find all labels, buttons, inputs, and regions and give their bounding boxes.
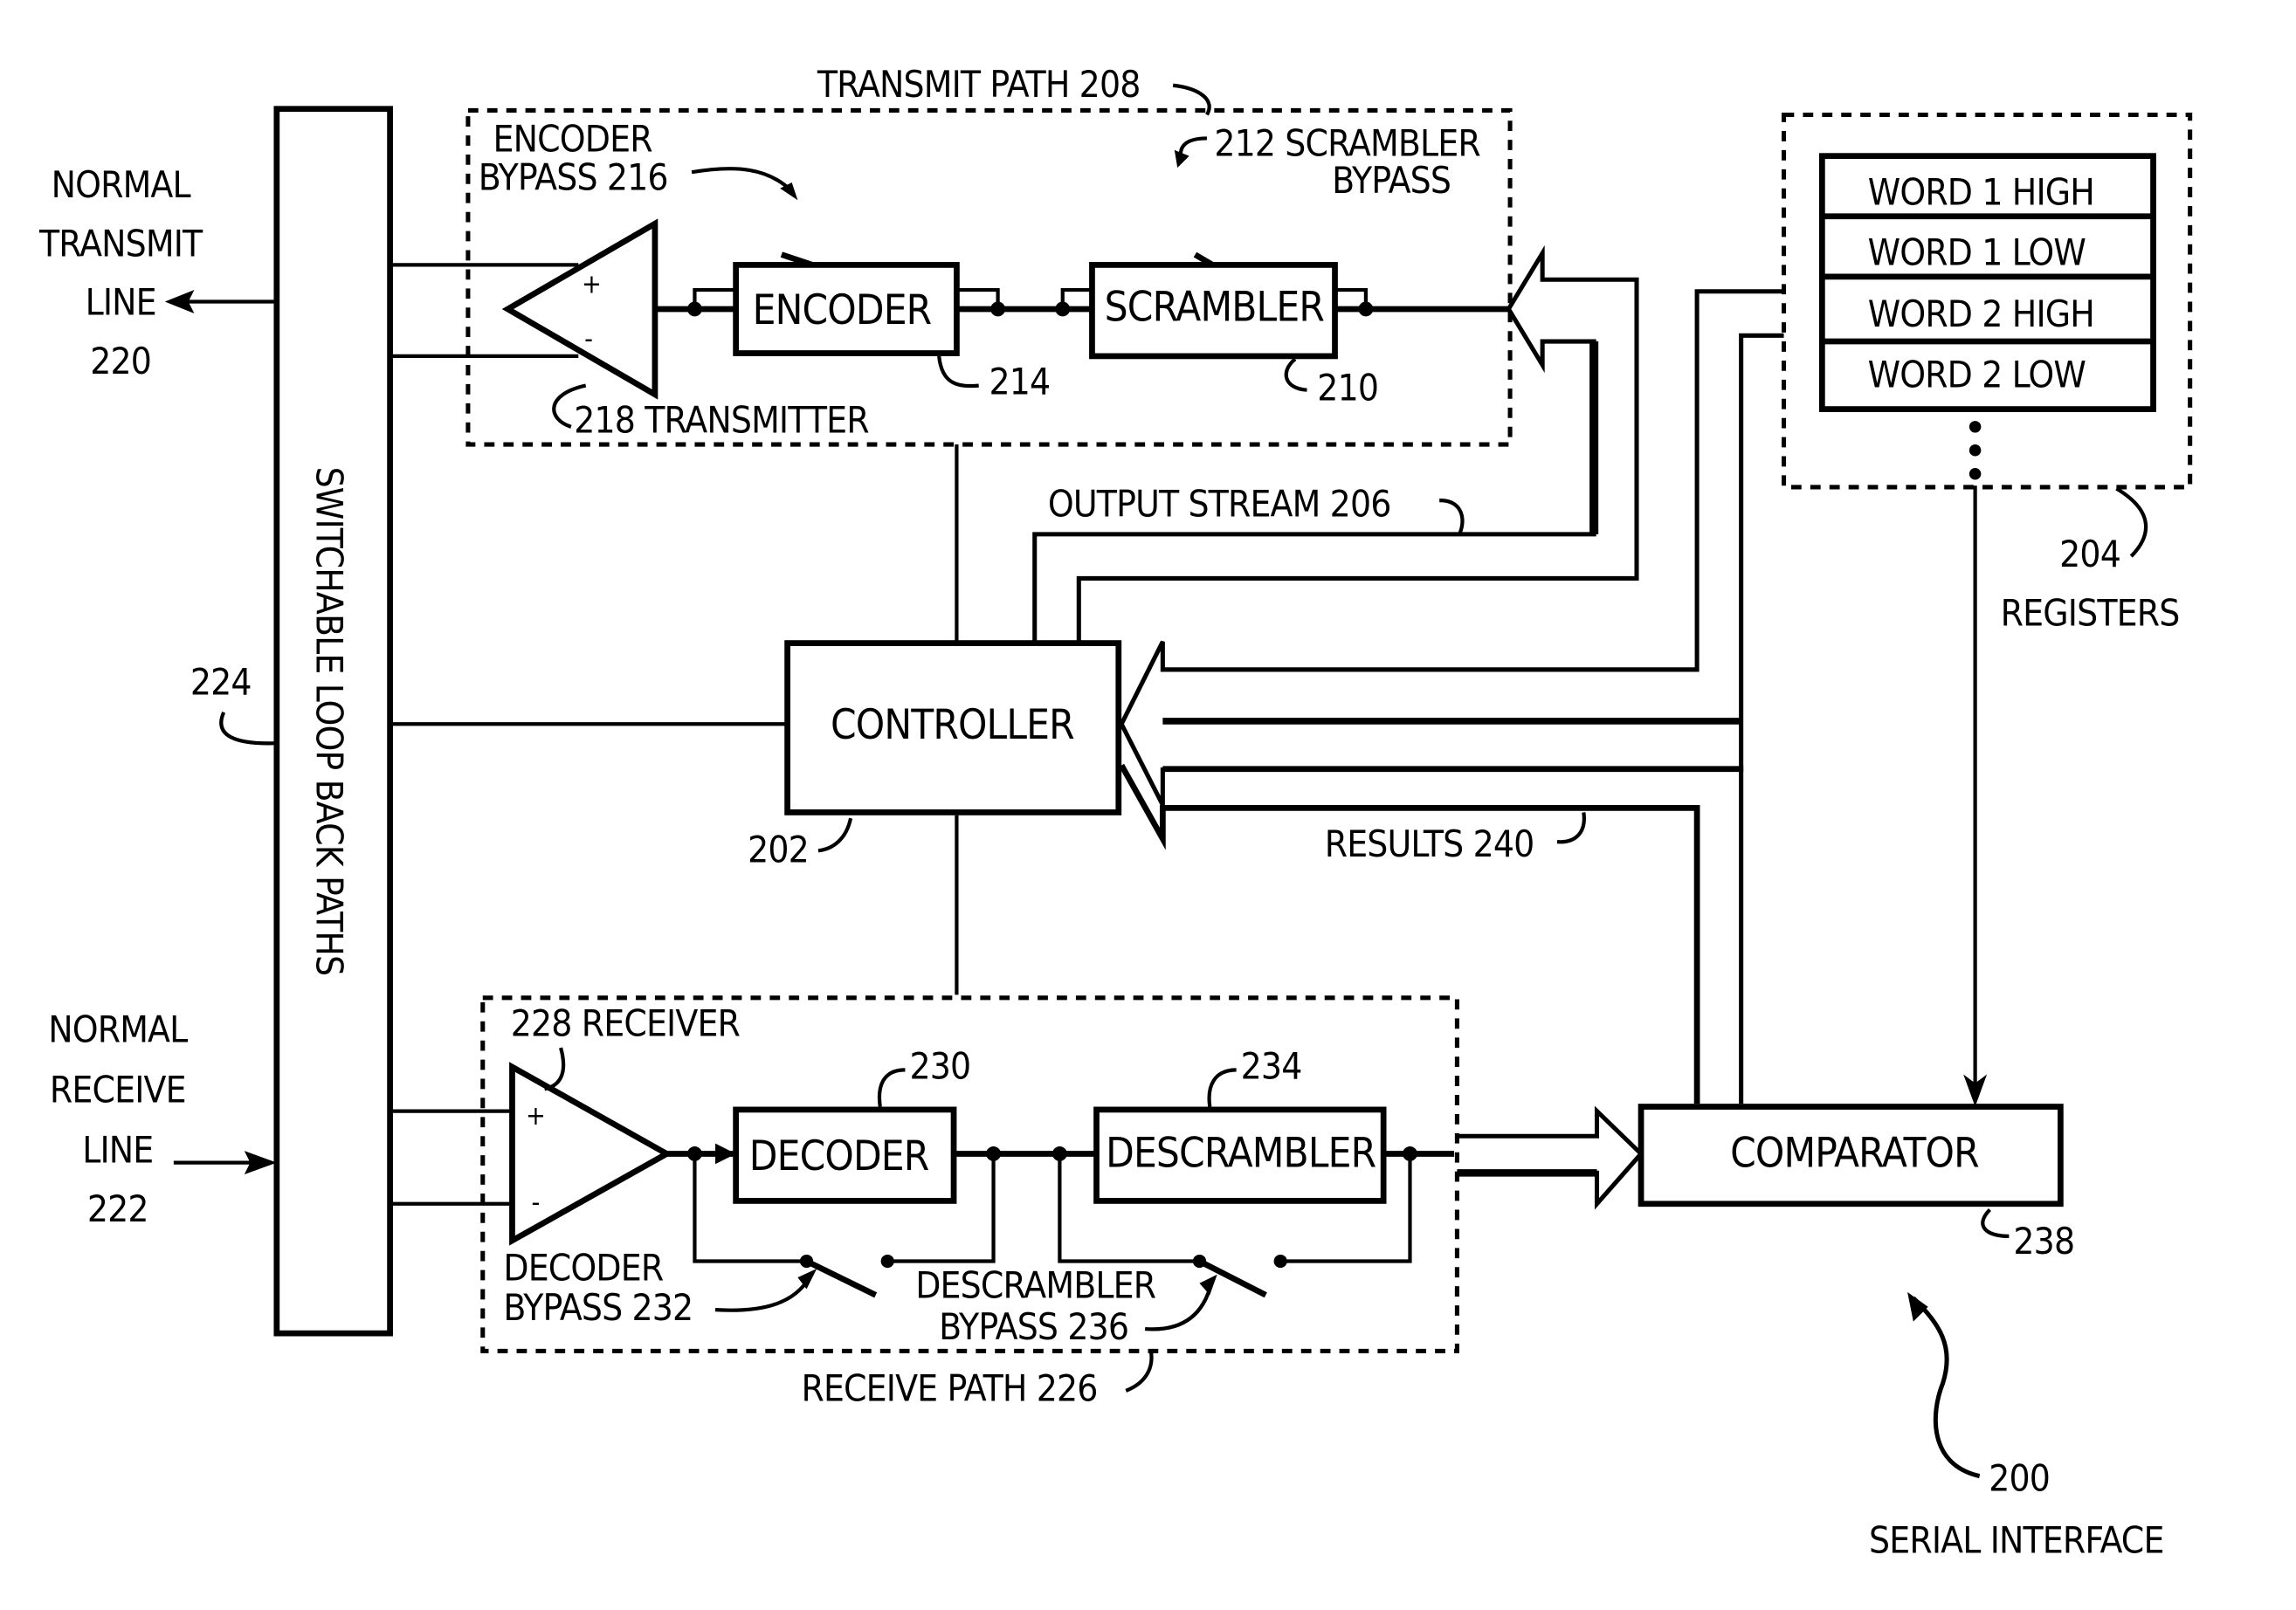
register-row: WORD 2 HIGH bbox=[1868, 292, 2094, 335]
register-row: WORD 1 LOW bbox=[1868, 230, 2086, 273]
receiver-label: 228 RECEIVER bbox=[511, 1002, 741, 1045]
controller-ref-leader bbox=[817, 817, 853, 853]
comparator-label: COMPARATOR bbox=[1730, 1130, 1979, 1178]
registers-leader bbox=[2115, 486, 2148, 558]
transmit-line-arrow-icon bbox=[164, 290, 277, 314]
registers-label: REGISTERS bbox=[2001, 591, 2180, 634]
loopback-ref: 224 bbox=[190, 661, 252, 704]
figure-ref-arrow-icon bbox=[1907, 1291, 1928, 1322]
output-stream-leader bbox=[1439, 498, 1465, 533]
descrambler-ref: 234 bbox=[1241, 1045, 1302, 1088]
results-leader bbox=[1556, 812, 1586, 844]
transmit-path-title: TRANSMIT PATH 208 bbox=[817, 63, 1141, 106]
scrambler-ref: 210 bbox=[1317, 366, 1378, 409]
loopback-ref-leader bbox=[219, 711, 277, 746]
descrambler-ref-leader bbox=[1207, 1068, 1237, 1107]
scrambler-bypass-label-2: BYPASS bbox=[1332, 159, 1451, 202]
register-continuation-dots-icon bbox=[1968, 421, 1982, 480]
serial-interface-diagram: NORMAL TRANSMIT LINE 220 NORMAL RECEIVE … bbox=[38, 63, 2193, 1561]
transmit-line-ref: 220 bbox=[90, 340, 151, 382]
receive-path-leader bbox=[1125, 1350, 1154, 1393]
descrambler-bypass-label-2: BYPASS 236 bbox=[939, 1305, 1128, 1348]
receive-line-text-3: LINE bbox=[82, 1129, 153, 1172]
register-row: WORD 1 HIGH bbox=[1868, 170, 2094, 213]
registers-ref: 204 bbox=[2059, 533, 2120, 575]
receive-line-text-2: RECEIVE bbox=[50, 1068, 186, 1111]
descrambler-bypass-label-1: DESCRAMBLER bbox=[915, 1264, 1156, 1307]
scrambler-label: SCRAMBLER bbox=[1105, 283, 1325, 331]
register-row: WORD 2 LOW bbox=[1868, 353, 2086, 396]
transmit-line-text-3: LINE bbox=[86, 281, 156, 324]
comparator-ref-leader bbox=[1981, 1208, 2010, 1238]
figure-ref-label: SERIAL INTERFACE bbox=[1869, 1518, 2164, 1561]
figure-ref-leader bbox=[1912, 1296, 1981, 1479]
normal-transmit-line-label: NORMAL TRANSMIT LINE 220 bbox=[38, 163, 204, 382]
decoder-label: DECODER bbox=[749, 1132, 929, 1180]
loopback-paths-label: SWITCHABLE LOOP BACK PATHS bbox=[307, 467, 350, 976]
comparator-ref: 238 bbox=[2013, 1220, 2074, 1263]
encoder-bypass-leader bbox=[691, 167, 794, 193]
receive-line-ref: 222 bbox=[87, 1187, 148, 1230]
receiver-minus-sign: - bbox=[532, 1187, 541, 1218]
controller-ref: 202 bbox=[748, 829, 809, 871]
output-stream-label: OUTPUT STREAM 206 bbox=[1048, 483, 1391, 526]
receive-to-comparator-bus bbox=[1457, 1105, 1644, 1210]
transmit-line-text-2: TRANSMIT bbox=[38, 222, 203, 265]
transmitter-minus-sign: - bbox=[584, 324, 593, 354]
decoder-ref: 230 bbox=[909, 1045, 970, 1088]
results-bus bbox=[1119, 763, 1744, 1104]
decoder-ref-leader bbox=[877, 1068, 906, 1107]
receive-path-title: RECEIVE PATH 226 bbox=[801, 1367, 1097, 1410]
receiver-leader bbox=[544, 1047, 566, 1091]
encoder-ref-leader bbox=[937, 355, 979, 389]
receiver-plus-sign: + bbox=[526, 1101, 546, 1132]
transmitter-plus-sign: + bbox=[582, 269, 602, 299]
scrambler-ref-leader bbox=[1284, 357, 1307, 392]
results-label: RESULTS 240 bbox=[1325, 822, 1534, 865]
register-bus-to-controller bbox=[1119, 289, 1784, 807]
encoder-label: ENCODER bbox=[753, 286, 932, 334]
decoder-bypass-label-1: DECODER bbox=[503, 1246, 663, 1289]
receive-line-text-1: NORMAL bbox=[48, 1008, 188, 1050]
encoder-bypass-label-2: BYPASS 216 bbox=[479, 155, 668, 198]
controller-label: CONTROLLER bbox=[831, 701, 1074, 749]
encoder-ref: 214 bbox=[989, 361, 1050, 403]
figure-ref-number: 200 bbox=[1989, 1456, 2050, 1499]
normal-receive-line-label: NORMAL RECEIVE LINE 222 bbox=[48, 1008, 189, 1230]
transmitter-amplifier bbox=[501, 218, 658, 400]
transmitter-label: 218 TRANSMITTER bbox=[574, 399, 869, 442]
receive-line-arrow-icon bbox=[173, 1151, 277, 1175]
decoder-bypass-label-2: BYPASS 232 bbox=[503, 1286, 693, 1329]
transmit-line-text-1: NORMAL bbox=[52, 163, 191, 206]
descrambler-label: DESCRAMBLER bbox=[1106, 1130, 1376, 1178]
encoder-bypass-label-1: ENCODER bbox=[493, 118, 653, 161]
decoder-bypass-leader bbox=[714, 1276, 811, 1312]
